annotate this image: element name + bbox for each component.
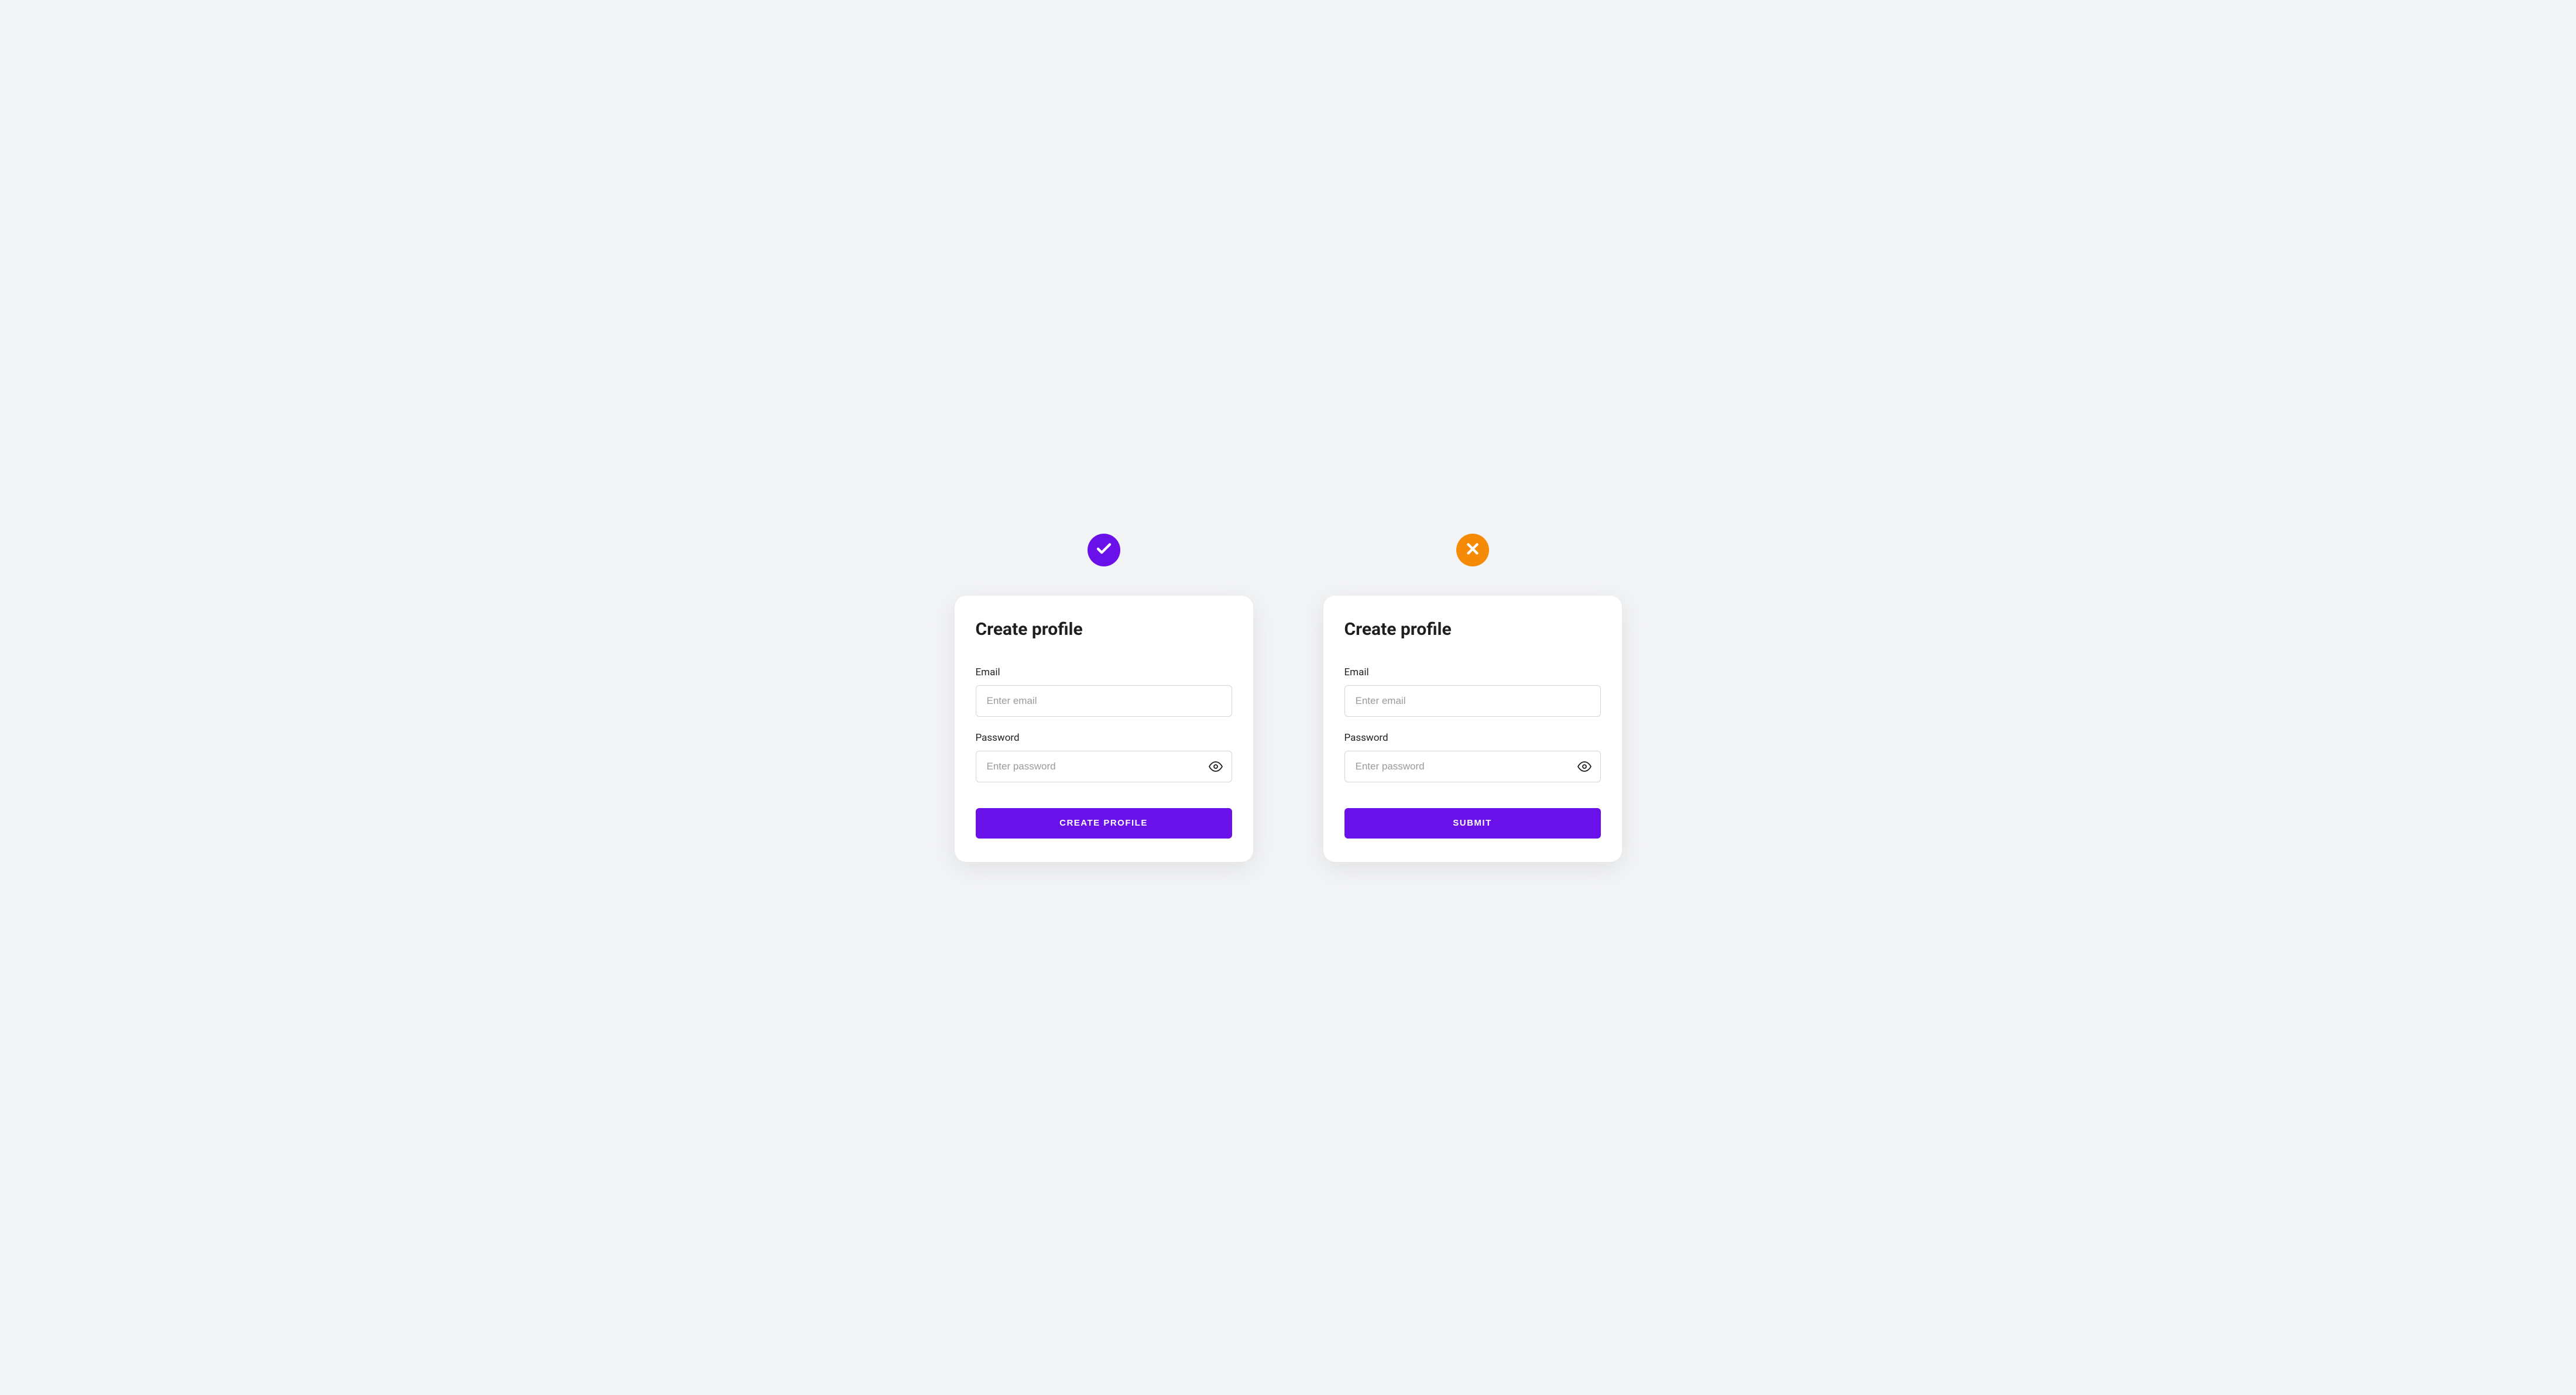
submit-button[interactable]: Submit [1344,808,1601,839]
check-icon [1095,540,1113,560]
email-label: Email [976,666,1232,678]
password-field-group: Password [976,732,1232,782]
password-input-wrap [976,751,1232,782]
bad-example: Create profile Email Password [1323,534,1622,862]
eye-icon[interactable] [1577,760,1591,774]
password-label: Password [976,732,1232,744]
email-field-group: Email [1344,666,1601,717]
eye-icon[interactable] [1209,760,1223,774]
email-input-wrap [1344,685,1601,717]
email-input-wrap [976,685,1232,717]
cross-icon [1464,540,1481,560]
password-field-group: Password [1344,732,1601,782]
password-input[interactable] [976,751,1232,782]
create-profile-button[interactable]: Create Profile [976,808,1232,839]
cross-badge [1456,534,1489,566]
email-input[interactable] [1344,685,1601,717]
card-title: Create profile [976,619,1232,640]
email-input[interactable] [976,685,1232,717]
password-input-wrap [1344,751,1601,782]
bad-card: Create profile Email Password [1323,596,1622,862]
card-title: Create profile [1344,619,1601,640]
email-field-group: Email [976,666,1232,717]
good-example: Create profile Email Password [955,534,1253,862]
check-badge [1088,534,1120,566]
email-label: Email [1344,666,1601,678]
comparison-container: Create profile Email Password [955,534,1622,862]
password-label: Password [1344,732,1601,744]
password-input[interactable] [1344,751,1601,782]
good-card: Create profile Email Password [955,596,1253,862]
